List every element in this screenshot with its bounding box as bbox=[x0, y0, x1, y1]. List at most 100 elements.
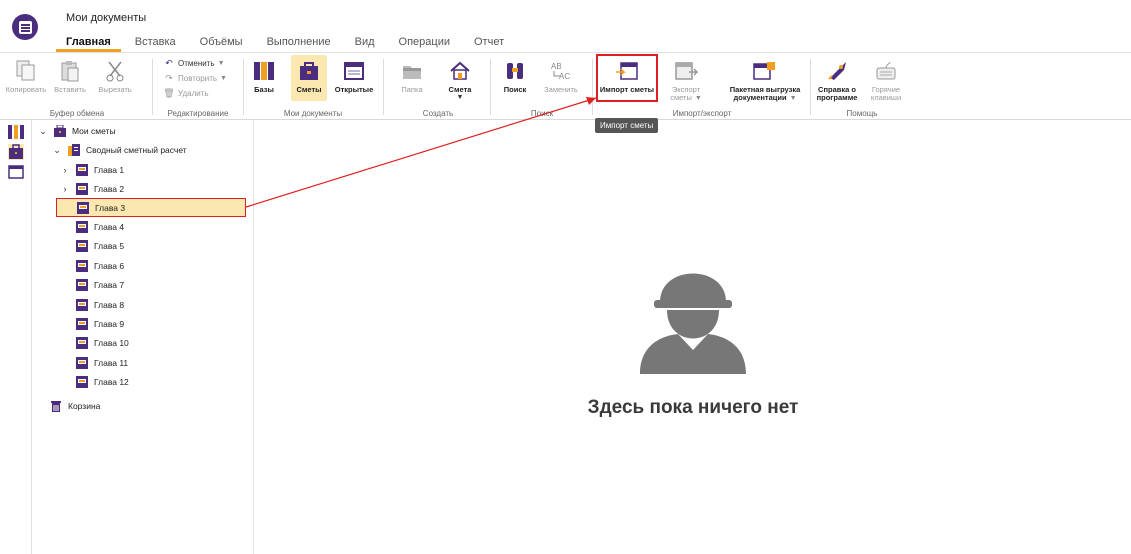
open-documents-button[interactable]: Открытые bbox=[333, 55, 375, 94]
chapter-icon bbox=[76, 240, 88, 252]
my-estimates-icon bbox=[54, 125, 66, 137]
about-label: Справка о программе bbox=[816, 85, 858, 102]
export-estimate-label: Экспорт сметы ▼ bbox=[670, 85, 702, 103]
copy-button[interactable]: Копировать bbox=[4, 55, 48, 94]
redo-button[interactable]: ↷ Повторить ▼ bbox=[164, 73, 227, 84]
batch-export-button[interactable]: Пакетная выгрузка документации ▼ bbox=[726, 55, 804, 103]
chapter-icon bbox=[77, 201, 89, 214]
tree-node-chapter[interactable]: Глава 11 bbox=[76, 354, 128, 372]
chapter-icon bbox=[76, 221, 88, 233]
paste-button[interactable]: Вставить bbox=[50, 55, 90, 94]
app-logo-icon[interactable] bbox=[12, 14, 38, 40]
tab-home[interactable]: Главная bbox=[56, 34, 121, 52]
keyboard-icon bbox=[873, 58, 899, 84]
folder-button[interactable]: Папка bbox=[392, 55, 432, 94]
help-group: Справка о программе Горячие клавиши Помо… bbox=[814, 53, 910, 120]
chevron-right-icon[interactable]: › bbox=[60, 184, 70, 194]
tree-node-chapter[interactable]: Глава 6 bbox=[76, 257, 124, 275]
search-button[interactable]: Поиск bbox=[496, 55, 534, 94]
documents-tree: ⌄ Мои сметы ⌄ Сводный сметный расчет › Г… bbox=[32, 120, 254, 554]
tree-node-chapter[interactable]: › Глава 2 bbox=[60, 180, 124, 198]
chapter-icon bbox=[76, 299, 88, 311]
chevron-down-icon[interactable]: ▼ bbox=[457, 94, 464, 101]
chevron-right-icon[interactable]: › bbox=[60, 165, 70, 175]
editing-group-label: Редактирование bbox=[167, 109, 229, 118]
svg-text:AB: AB bbox=[551, 62, 562, 71]
tree-node-label: Глава 9 bbox=[94, 319, 125, 329]
main-content-area: Здесь пока ничего нет bbox=[255, 120, 1131, 554]
tree-node-label: Глава 5 bbox=[94, 241, 125, 251]
chapter-icon bbox=[76, 260, 88, 272]
clipboard-group: Копировать Вставить Вырезать Буфер обмен… bbox=[4, 53, 150, 120]
new-estimate-button[interactable]: Смета ▼ bbox=[440, 55, 480, 101]
tab-volumes[interactable]: Объёмы bbox=[190, 34, 253, 52]
estimates-label: Сметы bbox=[296, 85, 322, 94]
bases-button[interactable]: Базы bbox=[247, 55, 281, 94]
cut-button[interactable]: Вырезать bbox=[92, 55, 138, 94]
tree-node-root[interactable]: ⌄ Мои сметы bbox=[38, 122, 116, 140]
tree-node-chapter[interactable]: Глава 8 bbox=[76, 296, 124, 314]
about-button[interactable]: Справка о программе bbox=[814, 55, 860, 102]
redo-icon: ↷ bbox=[165, 73, 173, 83]
hotkeys-button[interactable]: Горячие клавиши bbox=[864, 55, 908, 102]
folder-icon bbox=[399, 58, 425, 84]
tree-node-chapter[interactable]: Глава 5 bbox=[76, 237, 124, 255]
tab-report[interactable]: Отчет bbox=[464, 34, 514, 52]
tree-node-label: Глава 2 bbox=[94, 184, 125, 194]
tree-node-chapter-selected[interactable]: Глава 3 bbox=[56, 198, 246, 217]
new-estimate-label: Смета bbox=[448, 85, 472, 94]
tree-node-summary[interactable]: ⌄ Сводный сметный расчет bbox=[52, 141, 187, 159]
chapter-icon bbox=[76, 164, 88, 176]
left-rail bbox=[0, 120, 32, 554]
export-estimate-button[interactable]: Экспорт сметы ▼ bbox=[658, 55, 714, 103]
chevron-down-icon[interactable]: ⌄ bbox=[38, 126, 48, 137]
create-group: Папка Смета ▼ Создать bbox=[388, 53, 488, 120]
bases-rail-icon[interactable] bbox=[8, 124, 24, 140]
tree-node-chapter[interactable]: Глава 7 bbox=[76, 276, 124, 294]
chapter-icon bbox=[76, 357, 88, 369]
undo-button[interactable]: ↶ Отменить ▼ bbox=[164, 58, 225, 69]
tree-node-chapter[interactable]: Глава 9 bbox=[76, 315, 124, 333]
undo-label: Отменить bbox=[178, 59, 215, 68]
replace-button[interactable]: AB AC Заменить bbox=[538, 55, 584, 94]
chapter-icon bbox=[76, 183, 88, 195]
tab-operations[interactable]: Операции bbox=[389, 34, 460, 52]
delete-button[interactable]: 🗑 Удалить bbox=[163, 88, 208, 99]
house-icon bbox=[447, 58, 473, 84]
tab-view[interactable]: Вид bbox=[345, 34, 385, 52]
tree-node-chapter[interactable]: Глава 10 bbox=[76, 334, 129, 352]
tree-node-trash[interactable]: Корзина bbox=[50, 397, 100, 415]
chevron-down-icon[interactable]: ⌄ bbox=[52, 145, 62, 156]
estimates-rail-icon[interactable] bbox=[8, 144, 24, 160]
tab-insert[interactable]: Вставка bbox=[125, 34, 186, 52]
binoculars-icon bbox=[502, 58, 528, 84]
open-documents-rail-icon[interactable] bbox=[8, 164, 24, 180]
clipboard-group-label: Буфер обмена bbox=[49, 109, 105, 118]
chevron-down-icon[interactable]: ▼ bbox=[790, 95, 797, 102]
my-documents-group-label: Мои документы bbox=[283, 109, 343, 118]
my-documents-group: Базы Сметы Открытые Мои документы bbox=[247, 53, 379, 120]
search-group-label: Поиск bbox=[530, 109, 554, 118]
create-group-label: Создать bbox=[422, 109, 454, 118]
ribbon-separator bbox=[152, 59, 153, 115]
rocket-icon bbox=[824, 58, 850, 84]
scissors-icon bbox=[102, 58, 128, 84]
trash-icon bbox=[50, 400, 62, 412]
open-documents-label: Открытые bbox=[334, 85, 374, 94]
import-highlight-box bbox=[596, 54, 658, 102]
editing-group: ↶ Отменить ▼ ↷ Повторить ▼ 🗑 Удалить Ред… bbox=[156, 53, 240, 120]
tree-node-label: Корзина bbox=[68, 401, 101, 411]
tab-execution[interactable]: Выполнение bbox=[257, 34, 341, 52]
tree-node-chapter[interactable]: › Глава 1 bbox=[60, 161, 124, 179]
tree-node-chapter[interactable]: Глава 12 bbox=[76, 373, 129, 391]
svg-text:AC: AC bbox=[559, 72, 570, 81]
tree-node-chapter[interactable]: Глава 4 bbox=[76, 218, 124, 236]
copy-label: Копировать bbox=[5, 85, 47, 94]
cut-label: Вырезать bbox=[98, 85, 132, 94]
paste-label: Вставить bbox=[54, 85, 86, 94]
chevron-down-icon[interactable]: ▼ bbox=[220, 75, 227, 82]
trash-icon: 🗑 bbox=[163, 88, 175, 98]
estimates-button[interactable]: Сметы bbox=[291, 55, 327, 101]
chevron-down-icon[interactable]: ▼ bbox=[218, 60, 225, 67]
bases-icon bbox=[251, 58, 277, 84]
